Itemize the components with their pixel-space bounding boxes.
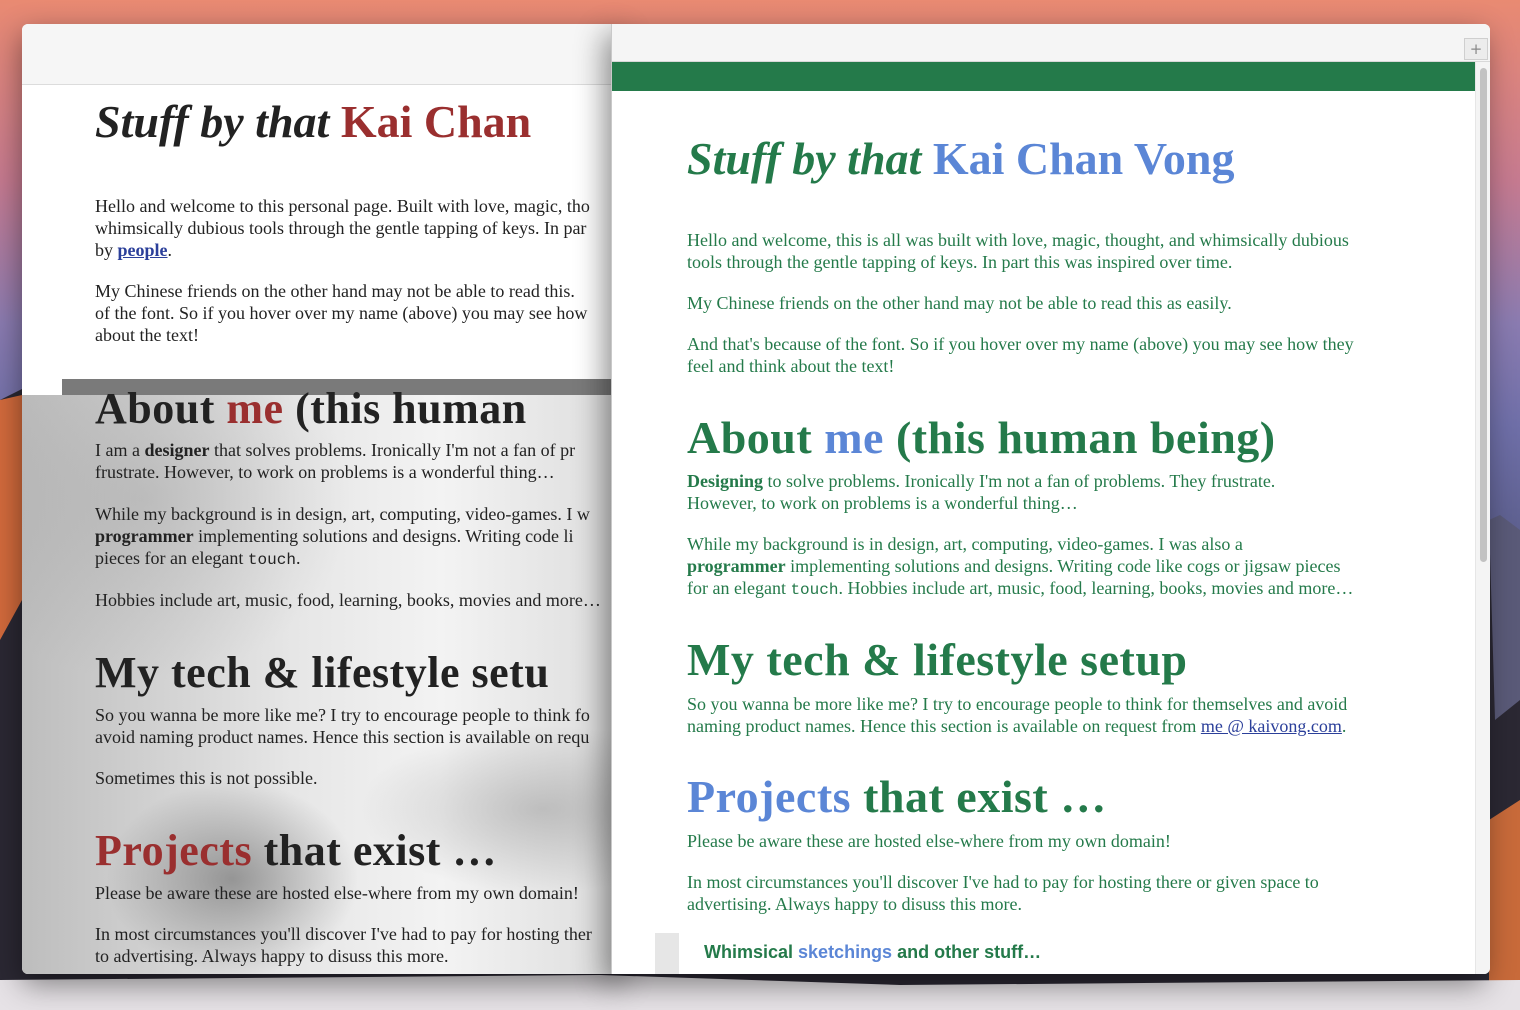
- front-window-titlebar[interactable]: +: [612, 24, 1490, 62]
- tech-heading: My tech & lifestyle setu: [95, 648, 550, 697]
- chinese-friends-paragraph: My Chinese friends on the other hand may…: [687, 293, 1232, 313]
- font-paragraph: My Chinese friends on the other hand may…: [95, 281, 588, 345]
- projects-paragraph-1: Please be aware these are hosted else-wh…: [95, 883, 579, 903]
- projects-heading: Projects that exist …: [687, 771, 1107, 822]
- tech-paragraph: So you wanna be more like me? I try to e…: [687, 694, 1348, 736]
- tech-paragraph-1: So you wanna be more like me? I try to e…: [95, 705, 590, 747]
- about-heading: About me (this human being): [687, 412, 1276, 463]
- page-title: Stuff by that Kai Chan Vong: [687, 133, 1235, 184]
- header-bar: [612, 62, 1476, 91]
- back-browser-window[interactable]: Stuff by that Kai Chan Hello and welcome…: [22, 24, 622, 974]
- people-link[interactable]: people: [118, 240, 168, 260]
- projects-paragraph-2: In most circumstances you'll discover I'…: [95, 924, 592, 966]
- intro-paragraph: Hello and welcome to this personal page.…: [95, 196, 590, 260]
- back-page-content: Stuff by that Kai Chan Hello and welcome…: [22, 85, 622, 974]
- new-tab-button[interactable]: +: [1464, 38, 1488, 60]
- subsection-marker: [655, 933, 679, 974]
- tech-paragraph-2: Sometimes this is not possible.: [95, 768, 318, 788]
- font-paragraph: And that's because of the font. So if yo…: [687, 334, 1354, 376]
- scrollbar-thumb[interactable]: [1480, 68, 1487, 562]
- about-paragraph-2: While my background is in design, art, c…: [687, 534, 1354, 599]
- about-paragraph-1: Designing to solve problems. Ironically …: [687, 471, 1276, 513]
- back-window-titlebar[interactable]: [22, 24, 622, 85]
- about-paragraph-2: While my background is in design, art, c…: [95, 504, 590, 569]
- intro-paragraph: Hello and welcome, this is all was built…: [687, 230, 1349, 272]
- projects-paragraph-2: In most circumstances you'll discover I'…: [687, 872, 1319, 914]
- title-name-highlight: Kai Chan Vong: [932, 133, 1235, 184]
- about-paragraph-3: Hobbies include art, music, food, learni…: [95, 590, 601, 610]
- about-heading: About me (this human: [95, 384, 527, 433]
- projects-paragraph-1: Please be aware these are hosted else-wh…: [687, 831, 1171, 851]
- tech-heading: My tech & lifestyle setup: [687, 634, 1188, 685]
- about-paragraph-1: I am a designer that solves problems. Ir…: [95, 440, 576, 482]
- title-name-highlight: Kai Chan: [340, 96, 532, 147]
- email-link[interactable]: me @ kaivong.com: [1201, 716, 1342, 736]
- sketchings-subheading[interactable]: Whimsical sketchings and other stuff…: [704, 942, 1041, 963]
- front-browser-window[interactable]: + Stuff by that Kai Chan Vong Hello and …: [611, 24, 1490, 974]
- page-title: Stuff by that Kai Chan: [95, 96, 532, 147]
- projects-heading: Projects that exist …: [95, 826, 497, 875]
